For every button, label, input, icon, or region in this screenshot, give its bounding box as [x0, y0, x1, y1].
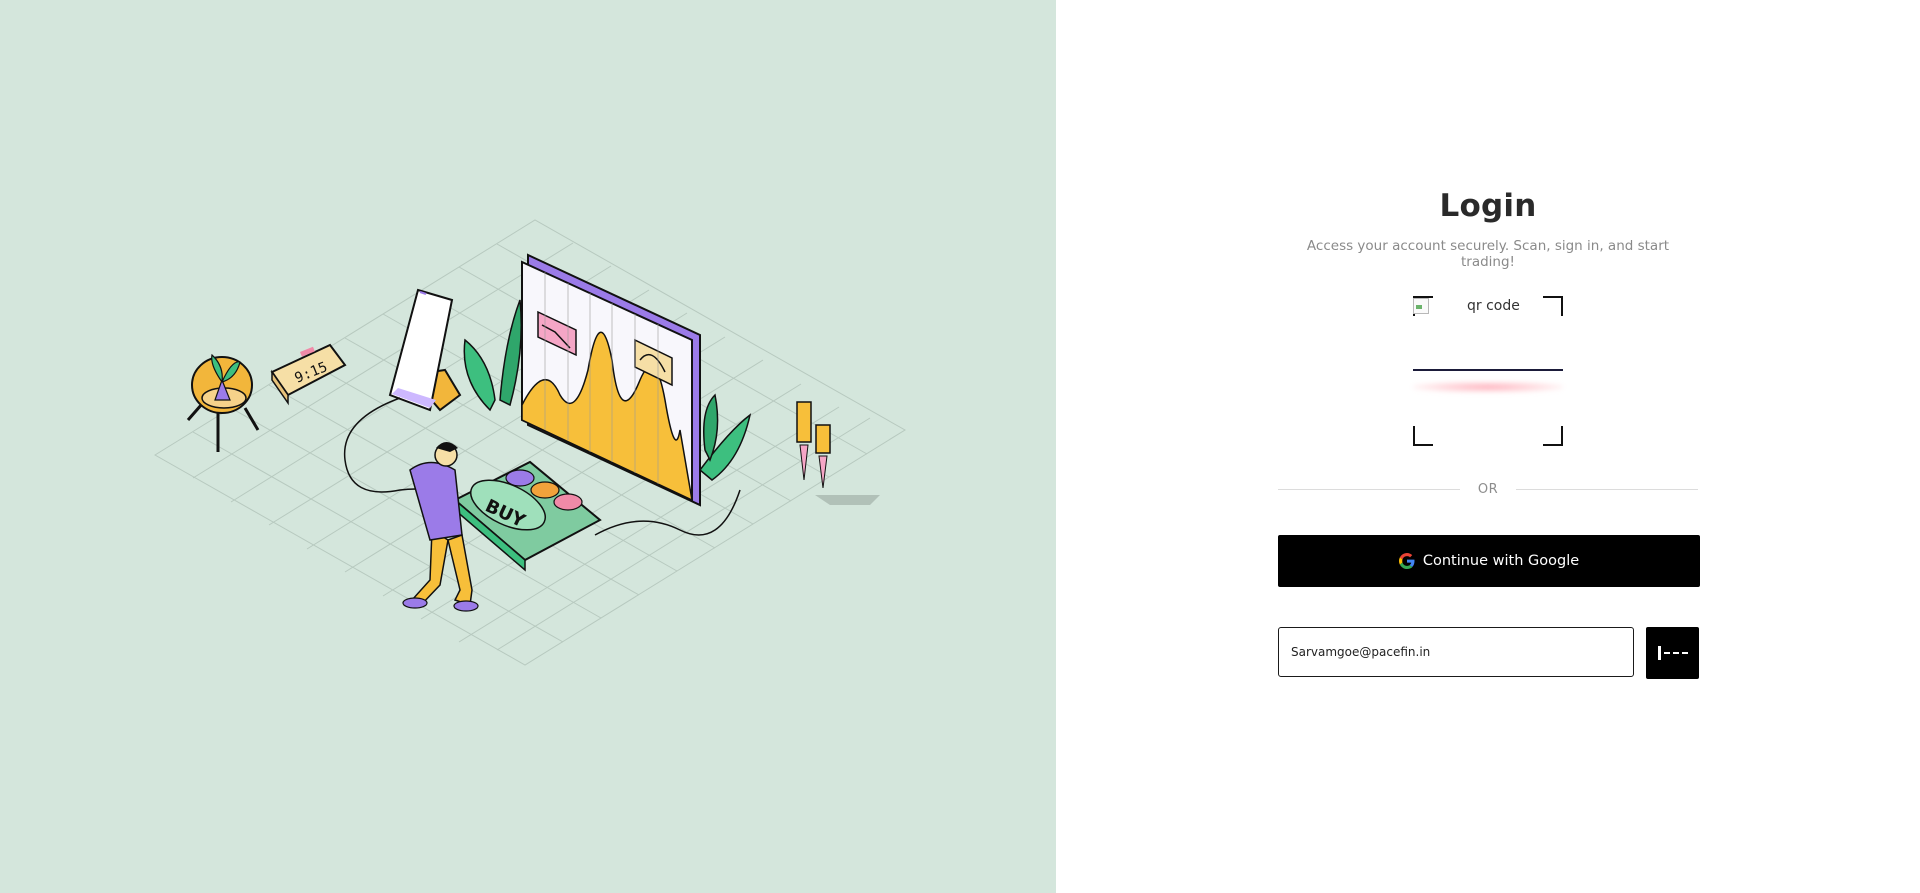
buy-pad: BUY [453, 460, 602, 572]
continue-with-google-button[interactable]: Continue with Google [1278, 535, 1700, 587]
scan-glow [1413, 381, 1563, 393]
qr-corner-bottom-right [1543, 426, 1563, 446]
plant-chair [186, 353, 260, 452]
or-divider: OR [1278, 482, 1699, 497]
divider-text: OR [1477, 482, 1499, 497]
login-panel: Login Access your account securely. Scan… [1056, 0, 1920, 893]
login-form: Login Access your account securely. Scan… [1278, 180, 1700, 679]
divider-line-right [1516, 489, 1699, 490]
email-row [1278, 627, 1700, 679]
email-input[interactable] [1278, 627, 1634, 677]
qr-code-image: qr code [1413, 298, 1520, 314]
login-page: 9:15 BUY Login Access your account secur… [0, 0, 1920, 893]
qr-corner-top-right [1543, 296, 1563, 316]
google-icon [1398, 553, 1415, 569]
divider-line-left [1278, 489, 1460, 490]
qr-corner-bottom-left [1413, 426, 1433, 446]
person [402, 442, 479, 612]
login-subtitle: Access your account securely. Scan, sign… [1306, 238, 1670, 270]
page-title: Login [1439, 188, 1537, 224]
qr-code-scanner: qr code [1413, 296, 1563, 446]
broken-image-icon [1413, 298, 1429, 314]
trading-illustration: 9:15 BUY [154, 219, 906, 666]
qr-code-alt-text: qr code [1467, 298, 1520, 314]
submit-button[interactable] [1646, 627, 1699, 679]
clock-9-15: 9:15 [270, 343, 347, 406]
google-button-label: Continue with Google [1422, 553, 1580, 569]
loading-indicator-icon [1657, 646, 1688, 660]
chart-board [521, 253, 701, 507]
scan-line [1413, 369, 1563, 371]
illustration-panel: 9:15 BUY [0, 0, 1056, 893]
